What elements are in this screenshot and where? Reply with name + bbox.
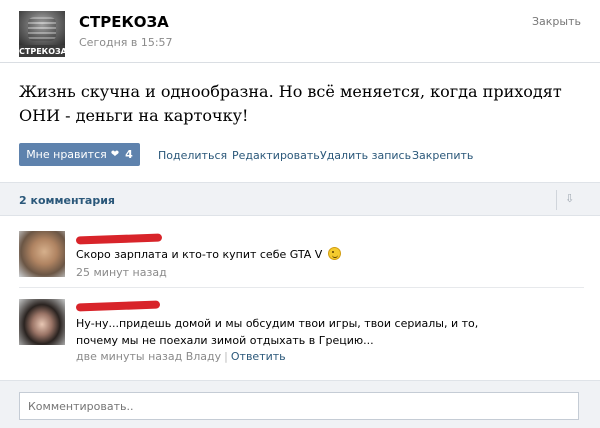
comment-input[interactable] [19,392,579,420]
close-button[interactable]: Закрыть [532,15,581,28]
like-count: 4 [125,148,133,161]
delete-button[interactable]: Удалить запись [320,149,411,162]
comments-count[interactable]: 2 комментария [19,194,115,207]
header-divider [0,62,600,63]
meta-separator: | [224,350,228,363]
comment-text: Скоро зарплата и кто-то купит себе GTA V [76,246,576,263]
avatar-photo-detail [28,17,56,41]
comment-avatar[interactable] [19,299,65,345]
reply-button[interactable]: Ответить [231,350,286,363]
like-label: Мне нравится [26,148,107,161]
comment-time[interactable]: 25 минут назад [76,266,167,279]
author-name[interactable]: СТРЕКОЗА [79,13,169,31]
arrow-down-icon[interactable]: ⇩ [565,192,574,205]
comment-time[interactable]: две минуты назад Владу [76,350,221,363]
edit-button[interactable]: Редактировать [232,149,320,162]
heart-icon: ❤ [110,149,120,160]
header-divider-line [556,190,557,210]
comment-input-area [0,380,600,428]
comment-divider [19,287,584,288]
pin-button[interactable]: Закрепить [412,149,473,162]
comment-text: Ну-ну...придешь домой и мы обсудим твои … [76,317,479,347]
wink-smiley-icon [327,247,341,260]
post-header: СТРЕКОЗА СТРЕКОЗА Сегодня в 15:57 Закрыт… [0,0,600,62]
comment-meta: две минуты назад Владу | Ответить [76,350,286,363]
like-button[interactable]: Мне нравится ❤ 4 [19,143,140,166]
post-time[interactable]: Сегодня в 15:57 [79,36,173,49]
share-button[interactable]: Поделиться [158,149,227,162]
comment-author-redacted [75,300,161,312]
avatar-logo-text: СТРЕКОЗА [19,47,65,56]
comment-author-redacted [75,233,163,245]
comment-text-content: Скоро зарплата и кто-то купит себе GTA V [76,248,323,261]
comments-header: 2 комментария ⇩ [0,182,600,216]
comment-avatar[interactable] [19,231,65,277]
post-text: Жизнь скучна и однообразна. Но всё меняе… [19,82,562,125]
author-avatar[interactable]: СТРЕКОЗА [19,11,65,57]
